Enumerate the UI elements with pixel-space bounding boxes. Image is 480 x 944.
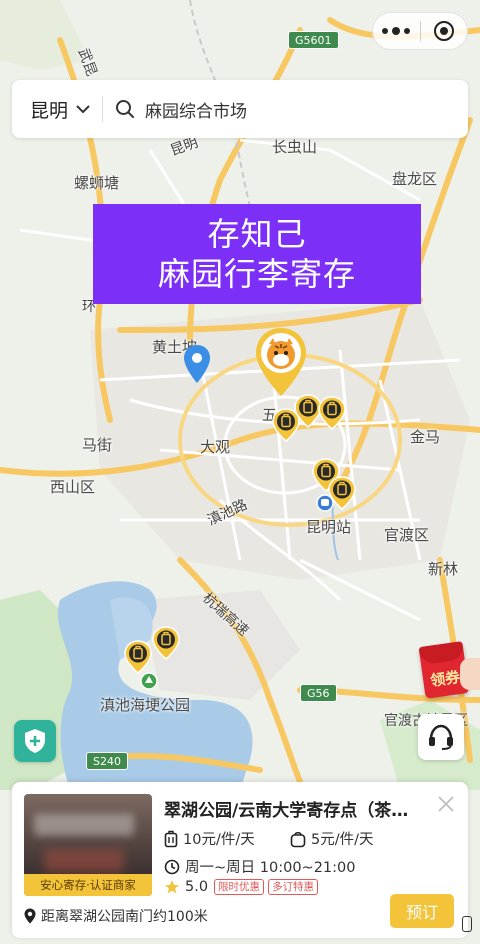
store-thumbnail[interactable]: 安心寄存·认证商家 <box>24 794 152 896</box>
suitcase-icon <box>164 830 178 847</box>
current-location-pin-icon <box>184 345 210 383</box>
banner-line1: 存知己 <box>207 215 307 253</box>
luggage-store-marker-icon[interactable] <box>318 396 346 430</box>
search-field[interactable] <box>103 80 468 138</box>
safety-shield-button[interactable] <box>14 720 56 762</box>
selected-store-marker-icon[interactable] <box>253 326 309 398</box>
distance-text: 距离翠湖公园南门约100米 <box>41 909 208 925</box>
bag-icon <box>290 831 306 847</box>
coupon-button[interactable]: 领券 <box>418 640 480 699</box>
distance-row: 距离翠湖公园南门约100米 <box>24 906 208 926</box>
map-label-xishanqu: 西山区 <box>50 478 96 496</box>
scroll-handle-icon[interactable] <box>462 916 472 932</box>
city-selector[interactable]: 昆明 <box>12 80 102 138</box>
price-small-row: 5元/件/天 <box>290 828 374 849</box>
map-label-panlongqu: 盘龙区 <box>392 170 438 188</box>
luggage-store-marker-icon[interactable] <box>328 476 356 510</box>
shield-plus-icon <box>25 729 45 753</box>
banner-line2: 麻园行李寄存 <box>157 255 356 293</box>
customer-service-button[interactable] <box>418 714 464 760</box>
search-icon <box>116 100 135 118</box>
opening-hours: 周一~周日 10:00~21:00 <box>185 860 356 876</box>
map-label-dianchi-park: 滇池海埂公园 <box>100 696 191 714</box>
location-icon <box>24 908 36 924</box>
rating-row: 5.0 限时优惠 多订特惠 <box>164 879 319 895</box>
price-large: 10元/件/天 <box>183 832 255 848</box>
chevron-down-icon <box>76 105 90 114</box>
tag-multi-order: 多订特惠 <box>268 879 319 895</box>
map-label-guanduqu: 官渡区 <box>384 526 430 544</box>
target-circle-icon[interactable] <box>420 13 467 49</box>
book-button[interactable]: 预订 <box>390 894 454 928</box>
rating-value: 5.0 <box>185 879 209 895</box>
tag-limited-offer: 限时优惠 <box>214 879 265 895</box>
hours-row: 周一~周日 10:00~21:00 <box>164 856 355 877</box>
price-large-row: 10元/件/天 <box>164 828 255 849</box>
search-input[interactable] <box>145 99 446 119</box>
highway-shield-g5601: G5601 <box>288 31 339 49</box>
city-name: 昆明 <box>30 99 69 122</box>
map-label-luositang: 螺蛳塘 <box>74 174 120 192</box>
map-label-majie: 马街 <box>82 436 113 454</box>
luggage-store-marker-icon[interactable] <box>152 626 180 660</box>
search-bar: 昆明 <box>12 80 468 138</box>
price-small: 5元/件/天 <box>311 832 374 848</box>
more-dots-icon[interactable] <box>373 13 420 49</box>
clock-icon <box>164 859 180 874</box>
store-title: 翠湖公园/云南大学寄存点（茶… <box>164 801 409 821</box>
map-label-changchongshan: 长虫山 <box>272 138 318 156</box>
map-label-daguan: 大观 <box>200 438 231 456</box>
map-label-kunmingzhan: 昆明站 <box>306 518 352 536</box>
certified-badge: 安心寄存·认证商家 <box>24 874 152 896</box>
luggage-store-marker-icon[interactable] <box>124 640 152 674</box>
hand-icon <box>460 658 480 690</box>
store-card[interactable]: 安心寄存·认证商家 翠湖公园/云南大学寄存点（茶… 10元/件/天 5元/件/天… <box>12 782 468 938</box>
park-icon <box>140 672 158 690</box>
star-icon <box>165 880 179 894</box>
headset-icon <box>429 724 453 750</box>
highway-shield-s240: S240 <box>86 752 128 770</box>
highway-shield-g56: G56 <box>300 684 337 702</box>
miniprogram-capsule <box>372 12 468 50</box>
map-label-jinma: 金马 <box>410 428 441 446</box>
map-label-xinlin: 新林 <box>428 560 459 578</box>
close-icon[interactable] <box>436 794 456 814</box>
promo-banner: 存知己 麻园行李寄存 <box>93 204 421 304</box>
